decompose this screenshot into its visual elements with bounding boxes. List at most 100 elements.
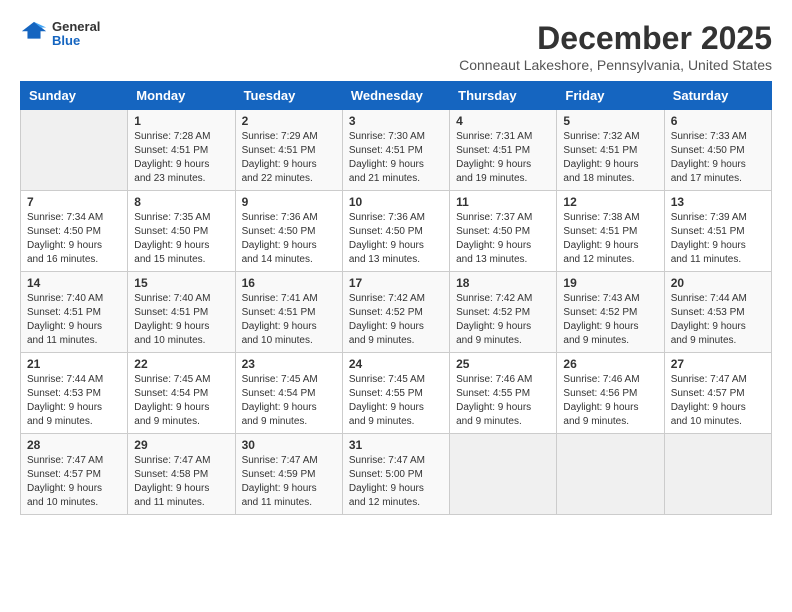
calendar-cell: 30 Sunrise: 7:47 AMSunset: 4:59 PMDayligh… (235, 434, 342, 515)
calendar-cell (557, 434, 664, 515)
day-number: 18 (456, 276, 550, 290)
day-info: Sunrise: 7:40 AMSunset: 4:51 PMDaylight:… (27, 292, 121, 348)
header-day-thursday: Thursday (450, 82, 557, 110)
logo-bird-icon (20, 20, 48, 48)
day-info: Sunrise: 7:42 AMSunset: 4:52 PMDaylight:… (456, 292, 550, 348)
day-info: Sunrise: 7:42 AMSunset: 4:52 PMDaylight:… (349, 292, 443, 348)
day-number: 27 (671, 357, 765, 371)
day-number: 30 (242, 438, 336, 452)
day-number: 9 (242, 195, 336, 209)
day-number: 13 (671, 195, 765, 209)
day-info: Sunrise: 7:44 AMSunset: 4:53 PMDaylight:… (27, 373, 121, 429)
calendar-cell: 25Sunrise: 7:46 AMSunset: 4:55 PMDayligh… (450, 353, 557, 434)
calendar-week-4: 21 Sunrise: 7:44 AMSunset: 4:53 PMDayligh… (21, 353, 772, 434)
day-info: Sunrise: 7:41 AMSunset: 4:51 PMDaylight:… (242, 292, 336, 348)
calendar-cell: 1Sunrise: 7:28 AMSunset: 4:51 PMDaylight… (128, 110, 235, 191)
day-info: Sunrise: 7:47 AMSunset: 4:59 PMDaylight:… (242, 454, 336, 510)
day-info: Sunrise: 7:28 AMSunset: 4:51 PMDaylight:… (134, 130, 228, 186)
calendar-cell: 24 Sunrise: 7:45 AMSunset: 4:55 PMDayligh… (342, 353, 449, 434)
day-number: 3 (349, 114, 443, 128)
logo-blue: Blue (52, 34, 100, 48)
calendar-cell: 22Sunrise: 7:45 AMSunset: 4:54 PMDayligh… (128, 353, 235, 434)
day-info: Sunrise: 7:45 AMSunset: 4:55 PMDaylight:… (349, 373, 443, 429)
day-number: 29 (134, 438, 228, 452)
day-number: 25 (456, 357, 550, 371)
day-info: Sunrise: 7:47 AMSunset: 5:00 PMDaylight:… (349, 454, 443, 510)
calendar-cell: 2Sunrise: 7:29 AMSunset: 4:51 PMDaylight… (235, 110, 342, 191)
day-number: 20 (671, 276, 765, 290)
header-day-friday: Friday (557, 82, 664, 110)
calendar-cell: 21 Sunrise: 7:44 AMSunset: 4:53 PMDayligh… (21, 353, 128, 434)
day-number: 22 (134, 357, 228, 371)
calendar-body: 1Sunrise: 7:28 AMSunset: 4:51 PMDaylight… (21, 110, 772, 515)
day-number: 6 (671, 114, 765, 128)
calendar-cell: 27 Sunrise: 7:47 AMSunset: 4:57 PMDayligh… (664, 353, 771, 434)
logo: General Blue (20, 20, 100, 49)
calendar-cell: 29Sunrise: 7:47 AMSunset: 4:58 PMDayligh… (128, 434, 235, 515)
day-number: 31 (349, 438, 443, 452)
calendar-cell: 6 Sunrise: 7:33 AMSunset: 4:50 PMDaylight… (664, 110, 771, 191)
header-day-monday: Monday (128, 82, 235, 110)
day-info: Sunrise: 7:33 AMSunset: 4:50 PMDaylight:… (671, 130, 765, 186)
day-info: Sunrise: 7:44 AMSunset: 4:53 PMDaylight:… (671, 292, 765, 348)
calendar-cell: 23Sunrise: 7:45 AMSunset: 4:54 PMDayligh… (235, 353, 342, 434)
day-info: Sunrise: 7:37 AMSunset: 4:50 PMDaylight:… (456, 211, 550, 267)
day-number: 12 (563, 195, 657, 209)
day-info: Sunrise: 7:35 AMSunset: 4:50 PMDaylight:… (134, 211, 228, 267)
day-number: 24 (349, 357, 443, 371)
header-row: SundayMondayTuesdayWednesdayThursdayFrid… (21, 82, 772, 110)
day-number: 8 (134, 195, 228, 209)
calendar-cell (450, 434, 557, 515)
calendar-cell: 26 Sunrise: 7:46 AMSunset: 4:56 PMDayligh… (557, 353, 664, 434)
calendar-cell: 13 Sunrise: 7:39 AMSunset: 4:51 PMDayligh… (664, 191, 771, 272)
calendar-cell (664, 434, 771, 515)
day-info: Sunrise: 7:36 AMSunset: 4:50 PMDaylight:… (242, 211, 336, 267)
logo-text: General Blue (52, 20, 100, 49)
calendar-cell (21, 110, 128, 191)
calendar-cell: 28Sunrise: 7:47 AMSunset: 4:57 PMDayligh… (21, 434, 128, 515)
day-number: 7 (27, 195, 121, 209)
day-info: Sunrise: 7:30 AMSunset: 4:51 PMDaylight:… (349, 130, 443, 186)
day-number: 23 (242, 357, 336, 371)
day-number: 15 (134, 276, 228, 290)
day-info: Sunrise: 7:38 AMSunset: 4:51 PMDaylight:… (563, 211, 657, 267)
day-info: Sunrise: 7:40 AMSunset: 4:51 PMDaylight:… (134, 292, 228, 348)
calendar-cell: 9 Sunrise: 7:36 AMSunset: 4:50 PMDaylight… (235, 191, 342, 272)
calendar-cell: 4Sunrise: 7:31 AMSunset: 4:51 PMDaylight… (450, 110, 557, 191)
calendar-cell: 18 Sunrise: 7:42 AMSunset: 4:52 PMDayligh… (450, 272, 557, 353)
day-number: 17 (349, 276, 443, 290)
month-title: December 2025 (459, 20, 772, 57)
calendar-cell: 8 Sunrise: 7:35 AMSunset: 4:50 PMDaylight… (128, 191, 235, 272)
day-info: Sunrise: 7:36 AMSunset: 4:50 PMDaylight:… (349, 211, 443, 267)
day-info: Sunrise: 7:34 AMSunset: 4:50 PMDaylight:… (27, 211, 121, 267)
calendar-cell: 5 Sunrise: 7:32 AMSunset: 4:51 PMDaylight… (557, 110, 664, 191)
day-number: 4 (456, 114, 550, 128)
calendar-cell: 12 Sunrise: 7:38 AMSunset: 4:51 PMDayligh… (557, 191, 664, 272)
day-info: Sunrise: 7:47 AMSunset: 4:57 PMDaylight:… (671, 373, 765, 429)
day-number: 26 (563, 357, 657, 371)
day-number: 10 (349, 195, 443, 209)
calendar-cell: 16Sunrise: 7:41 AMSunset: 4:51 PMDayligh… (235, 272, 342, 353)
day-number: 19 (563, 276, 657, 290)
day-info: Sunrise: 7:29 AMSunset: 4:51 PMDaylight:… (242, 130, 336, 186)
calendar-cell: 11 Sunrise: 7:37 AMSunset: 4:50 PMDayligh… (450, 191, 557, 272)
location: Conneaut Lakeshore, Pennsylvania, United… (459, 57, 772, 73)
calendar-cell: 19 Sunrise: 7:43 AMSunset: 4:52 PMDayligh… (557, 272, 664, 353)
calendar-week-1: 1Sunrise: 7:28 AMSunset: 4:51 PMDaylight… (21, 110, 772, 191)
day-info: Sunrise: 7:46 AMSunset: 4:56 PMDaylight:… (563, 373, 657, 429)
day-number: 21 (27, 357, 121, 371)
day-info: Sunrise: 7:39 AMSunset: 4:51 PMDaylight:… (671, 211, 765, 267)
calendar-week-5: 28Sunrise: 7:47 AMSunset: 4:57 PMDayligh… (21, 434, 772, 515)
calendar-cell: 20 Sunrise: 7:44 AMSunset: 4:53 PMDayligh… (664, 272, 771, 353)
day-number: 11 (456, 195, 550, 209)
header-day-tuesday: Tuesday (235, 82, 342, 110)
calendar-cell: 7 Sunrise: 7:34 AMSunset: 4:50 PMDaylight… (21, 191, 128, 272)
day-info: Sunrise: 7:32 AMSunset: 4:51 PMDaylight:… (563, 130, 657, 186)
day-number: 5 (563, 114, 657, 128)
logo-general: General (52, 20, 100, 34)
day-info: Sunrise: 7:43 AMSunset: 4:52 PMDaylight:… (563, 292, 657, 348)
calendar-cell: 3 Sunrise: 7:30 AMSunset: 4:51 PMDaylight… (342, 110, 449, 191)
page-header: General Blue December 2025 Conneaut Lake… (20, 20, 772, 73)
calendar-cell: 15 Sunrise: 7:40 AMSunset: 4:51 PMDayligh… (128, 272, 235, 353)
calendar-week-2: 7 Sunrise: 7:34 AMSunset: 4:50 PMDaylight… (21, 191, 772, 272)
